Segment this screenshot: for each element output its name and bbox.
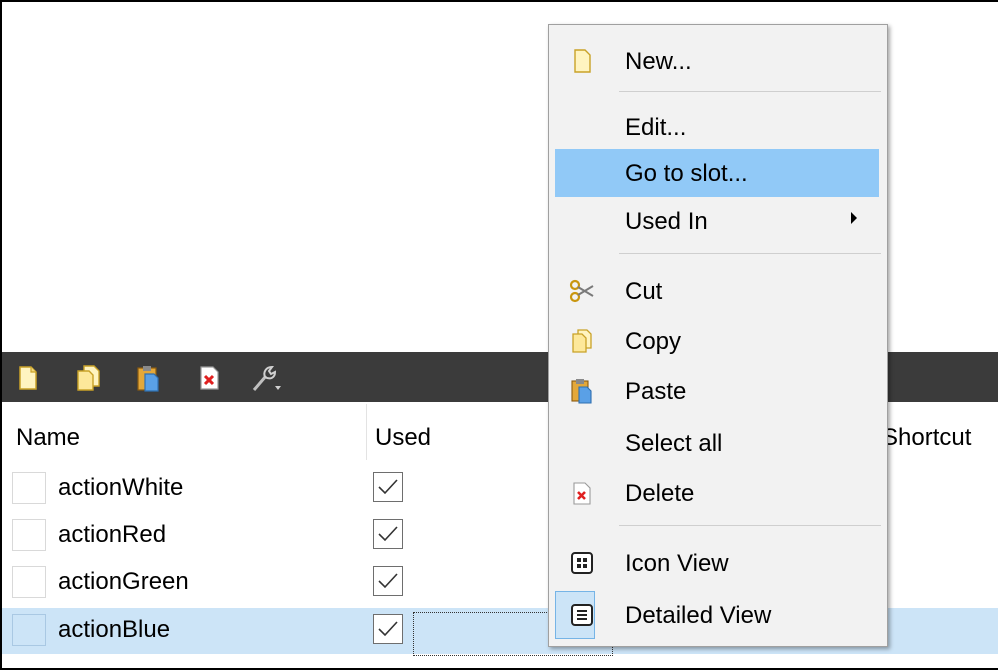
copy-icon[interactable] [74,364,102,392]
menu-item-label: Select all [625,430,723,457]
menu-item-label: Go to slot... [625,160,748,187]
used-checkbox[interactable] [373,566,403,596]
action-name: actionGreen [58,568,189,595]
new-icon[interactable] [14,364,42,392]
action-icon-placeholder [12,566,46,598]
menu-separator [619,525,881,526]
menu-item-select-all[interactable]: Select all [555,419,879,467]
column-header-used[interactable]: Used [375,424,431,452]
menu-item-label: Paste [625,378,687,405]
menu-item-label: Copy [625,328,682,355]
copy-icon [569,328,595,354]
action-name: actionBlue [58,616,171,643]
column-header-shortcut[interactable]: Shortcut [882,424,971,452]
configure-icon[interactable] [250,364,281,392]
menu-separator [619,91,881,92]
delete-icon [569,480,595,506]
action-icon-placeholder [12,614,46,646]
menu-item-detailed-view[interactable]: Detailed View [555,591,879,639]
action-icon-placeholder [12,472,46,504]
paste-icon [569,378,595,404]
menu-item-paste[interactable]: Paste [555,367,879,415]
action-icon-placeholder [12,519,46,551]
menu-item-label: Delete [625,480,695,507]
menu-item-go-to-slot[interactable]: Go to slot... [555,149,879,197]
action-name: actionWhite [58,474,184,501]
menu-item-label: Edit... [625,114,687,141]
new-icon [569,48,595,74]
menu-item-delete[interactable]: Delete [555,469,879,517]
menu-item-label: Icon View [625,550,729,577]
menu-item-cut[interactable]: Cut [555,267,879,315]
menu-item-new[interactable]: New... [555,37,879,85]
context-menu: New... Edit... Go to slot... Used In Cut… [548,24,888,647]
delete-icon[interactable] [196,364,224,392]
icon-view-icon [569,550,595,576]
used-checkbox[interactable] [373,614,403,644]
menu-item-label: Used In [625,208,708,235]
menu-item-label: New... [625,48,692,75]
menu-item-label: Cut [625,278,663,305]
menu-item-copy[interactable]: Copy [555,317,879,365]
menu-item-used-in[interactable]: Used In [555,197,879,245]
menu-separator [619,253,881,254]
menu-item-label: Detailed View [625,602,772,629]
detailed-view-icon [569,602,595,628]
scissors-icon [569,278,595,304]
used-checkbox[interactable] [373,519,403,549]
menu-item-edit[interactable]: Edit... [555,103,879,151]
paste-icon[interactable] [134,364,162,392]
column-header-name[interactable]: Name [16,424,80,452]
action-name: actionRed [58,521,167,548]
used-checkbox[interactable] [373,472,403,502]
column-divider[interactable] [366,404,367,460]
submenu-arrow-icon [851,212,857,224]
menu-item-icon-view[interactable]: Icon View [555,539,879,587]
